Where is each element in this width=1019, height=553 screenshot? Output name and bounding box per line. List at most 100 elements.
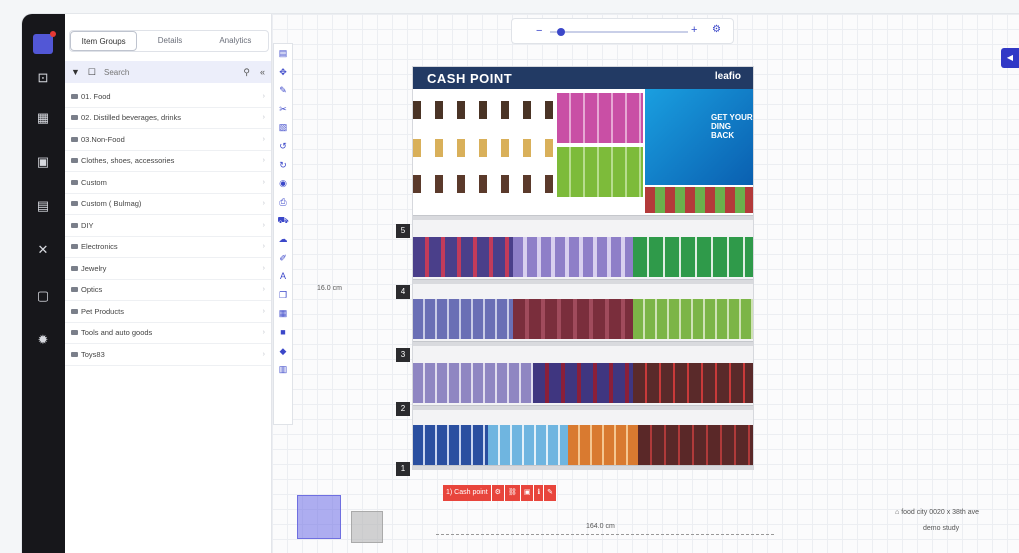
shelf-unit[interactable]: CASH POINT leafio GET YOUR DING BACK bbox=[412, 66, 754, 470]
chevron-icon: › bbox=[262, 157, 265, 165]
toolbar-vertical: ▤ ✥ ✎ ✂ ▧ ↺ ↻ ◉ ⎙ ⛟ ☁ ✐ A ❐ ▦ ■ ◆ ▥ bbox=[273, 43, 293, 425]
product-facing[interactable] bbox=[533, 363, 633, 403]
list-item[interactable]: Tools and auto goods › bbox=[65, 323, 271, 344]
square-icon[interactable]: ■ bbox=[274, 323, 292, 342]
3d-view-cube-secondary[interactable] bbox=[351, 511, 383, 543]
shelf-number[interactable]: 3 bbox=[396, 348, 410, 362]
save-icon[interactable]: ▤ bbox=[274, 44, 292, 63]
trash-icon[interactable]: ▥ bbox=[274, 360, 292, 379]
brush-icon[interactable]: ✐ bbox=[274, 249, 292, 268]
list-item[interactable]: Electronics › bbox=[65, 237, 271, 258]
filter-icon[interactable]: ▼ bbox=[71, 67, 80, 77]
product-facing[interactable] bbox=[413, 425, 488, 465]
product-facing[interactable] bbox=[557, 93, 643, 143]
redo-icon[interactable]: ↻ bbox=[274, 156, 292, 175]
settings-icon[interactable]: ⚙ bbox=[712, 24, 721, 35]
folder-icon bbox=[71, 115, 78, 121]
shelf-number[interactable]: 4 bbox=[396, 285, 410, 299]
zoom-in-button[interactable]: + bbox=[691, 24, 697, 36]
shelf-number[interactable]: 5 bbox=[396, 224, 410, 238]
cloud-icon[interactable]: ☁ bbox=[274, 230, 292, 249]
panel-tabs: Item Groups Details Analytics bbox=[69, 30, 269, 52]
product-facing[interactable] bbox=[633, 237, 753, 277]
document-icon[interactable]: ▧ bbox=[274, 118, 292, 137]
zoom-knob[interactable] bbox=[557, 28, 565, 36]
product-facing[interactable] bbox=[513, 299, 633, 339]
zoom-out-button[interactable]: − bbox=[536, 25, 542, 37]
layers-icon[interactable]: ▣ bbox=[35, 154, 51, 170]
frame-icon[interactable]: ▢ bbox=[35, 288, 51, 304]
product-facing[interactable] bbox=[413, 139, 553, 157]
move-icon[interactable]: ✥ bbox=[274, 63, 292, 82]
product-facing[interactable] bbox=[413, 175, 553, 193]
chevron-icon: › bbox=[262, 221, 265, 229]
list-item[interactable]: 02. Distilled beverages, drinks › bbox=[65, 108, 271, 129]
link-icon[interactable]: ⛓ bbox=[504, 485, 521, 501]
folder-icon bbox=[71, 179, 78, 185]
copy-icon[interactable]: ❐ bbox=[274, 286, 292, 305]
store-icon[interactable]: ▤ bbox=[35, 198, 51, 214]
table-icon[interactable]: ▦ bbox=[274, 304, 292, 323]
edit-icon[interactable]: ✎ bbox=[274, 81, 292, 100]
product-facing[interactable] bbox=[413, 299, 513, 339]
expand-panel-button[interactable]: ◀ bbox=[1001, 48, 1019, 68]
list-item[interactable]: Custom ( Bulmag) › bbox=[65, 194, 271, 215]
product-facing[interactable] bbox=[413, 363, 533, 403]
product-facing[interactable] bbox=[568, 425, 638, 465]
tab-analytics[interactable]: Analytics bbox=[203, 31, 268, 51]
tab-details[interactable]: Details bbox=[137, 31, 202, 51]
list-item[interactable]: Jewelry › bbox=[65, 258, 271, 280]
product-facing[interactable] bbox=[557, 147, 643, 197]
settings-icon[interactable]: ✹ bbox=[35, 332, 51, 348]
eye-icon[interactable]: ◉ bbox=[274, 174, 292, 193]
text-icon[interactable]: A bbox=[274, 267, 292, 286]
info-icon[interactable]: ℹ bbox=[534, 485, 545, 501]
breadcrumb-study[interactable]: demo study bbox=[923, 525, 959, 532]
product-facing[interactable] bbox=[513, 237, 633, 277]
product-facing[interactable] bbox=[633, 363, 753, 403]
shelf-ledge bbox=[413, 279, 753, 284]
list-item[interactable]: 01. Food › bbox=[65, 86, 271, 108]
list-item[interactable]: Custom › bbox=[65, 172, 271, 194]
product-facing[interactable] bbox=[488, 425, 568, 465]
folder-icon bbox=[71, 93, 78, 99]
frame-icon[interactable]: ▣ bbox=[520, 485, 535, 501]
breadcrumb-store[interactable]: food city 0020 x 38th ave bbox=[901, 509, 979, 516]
shelf-number[interactable]: 2 bbox=[396, 402, 410, 416]
search-icon[interactable]: ⚲ bbox=[243, 67, 250, 78]
list-item[interactable]: Optics › bbox=[65, 280, 271, 301]
list-item[interactable]: Clothes, shoes, accessories › bbox=[65, 151, 271, 172]
list-item[interactable]: Pet Products › bbox=[65, 301, 271, 323]
product-facing[interactable] bbox=[645, 187, 753, 213]
undo-icon[interactable]: ↺ bbox=[274, 137, 292, 156]
product-facing[interactable] bbox=[413, 237, 513, 277]
list-item[interactable]: 03.Non-Food › bbox=[65, 129, 271, 151]
product-facing[interactable] bbox=[633, 299, 753, 339]
settings-icon[interactable]: ⚙ bbox=[491, 485, 505, 501]
list-item[interactable]: Toys83 › bbox=[65, 344, 271, 366]
chevron-icon: › bbox=[262, 307, 265, 315]
cart-icon[interactable]: ⛟ bbox=[274, 211, 292, 230]
shelf-number[interactable]: 1 bbox=[396, 462, 410, 476]
tab-item-groups[interactable]: Item Groups bbox=[70, 31, 138, 51]
shelf-title: CASH POINT bbox=[427, 71, 513, 86]
collapse-icon[interactable]: « bbox=[260, 67, 265, 78]
search-input[interactable] bbox=[104, 67, 214, 77]
zoom-slider[interactable] bbox=[550, 31, 688, 33]
dashboard-icon[interactable]: ⊡ bbox=[35, 70, 51, 86]
tools-icon[interactable]: ✕ bbox=[35, 242, 51, 258]
edit-icon[interactable]: ✎ bbox=[544, 485, 557, 501]
tag-icon[interactable]: ◆ bbox=[274, 342, 292, 361]
grid-icon[interactable]: ▦ bbox=[35, 110, 51, 126]
checkbox-icon[interactable]: ☐ bbox=[88, 67, 96, 78]
print-icon[interactable]: ⎙ bbox=[274, 193, 292, 212]
cut-icon[interactable]: ✂ bbox=[274, 100, 292, 119]
product-facing[interactable] bbox=[413, 101, 553, 119]
folder-icon bbox=[71, 136, 78, 142]
avatar[interactable] bbox=[33, 31, 56, 54]
product-row bbox=[413, 425, 753, 465]
list-item[interactable]: DIY › bbox=[65, 215, 271, 237]
product-facing[interactable] bbox=[638, 425, 753, 465]
3d-view-cube[interactable] bbox=[297, 495, 341, 539]
shelf-name-button[interactable]: 1) Cash point bbox=[443, 485, 492, 501]
